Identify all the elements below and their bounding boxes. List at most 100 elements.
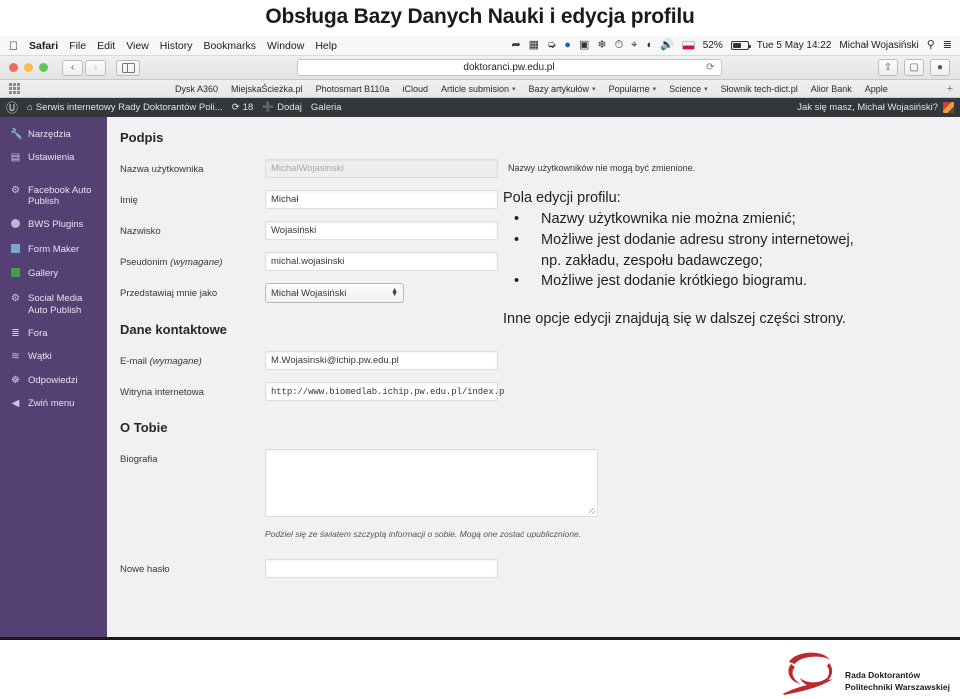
label-website: Witryna internetowa — [120, 387, 204, 398]
email-input[interactable]: M.Wojasinski@ichip.pw.edu.pl — [265, 351, 498, 370]
bookmarks-bar: Dysk A360 MiejskaŚcieżka.pl Photosmart B… — [0, 80, 960, 98]
mac-menu-left:  Safari File Edit View History Bookmark… — [0, 40, 337, 52]
wifi-icon[interactable]: ◖ — [645, 40, 652, 51]
bookmark-article-submision[interactable]: Article submision ▾ — [441, 84, 516, 94]
bullet-icon: • — [514, 273, 520, 289]
sidebar-item-narzedzia[interactable]: 🔧 Narzędzia — [0, 123, 107, 147]
menu-history[interactable]: History — [160, 40, 193, 52]
new-password-input[interactable] — [265, 559, 498, 578]
bookmark-bazy-artykulow[interactable]: Bazy artykułów ▾ — [529, 84, 596, 94]
bookmark-science[interactable]: Science ▾ — [669, 84, 708, 94]
close-window-button[interactable] — [9, 63, 18, 72]
reload-icon[interactable]: ⟳ — [706, 62, 714, 73]
globe-icon[interactable]: ● — [564, 40, 571, 51]
menu-view[interactable]: View — [126, 40, 149, 52]
gallery-square-icon — [10, 268, 21, 282]
bluetooth-icon[interactable]: ⌖ — [631, 40, 637, 51]
field-row-email: E-mail (wymagane) M.Wojasinski@ichip.pw.… — [107, 345, 960, 376]
wp-site-name-item[interactable]: ⌂ Serwis internetowy Rady Doktorantów Po… — [27, 102, 223, 113]
back-button[interactable]: ‹ — [62, 59, 83, 76]
sidebar-item-ustawienia[interactable]: ▤ Ustawienia — [0, 147, 107, 171]
wp-admin-bar: Ⓤ ⌂ Serwis internetowy Rady Doktorantów … — [0, 98, 960, 117]
sidebar-item-form-maker[interactable]: Form Maker — [0, 238, 107, 263]
search-icon[interactable]: ⚲ — [927, 40, 935, 51]
bookmark-slownik[interactable]: Słownik tech-dict.pl — [721, 84, 798, 94]
sidebar-item-facebook-auto-publish[interactable]: ⚙ Facebook Auto Publish — [0, 179, 107, 214]
sidebar-item-bws-plugins[interactable]: BWS Plugins — [0, 214, 107, 239]
address-bar[interactable]: doktoranci.pw.edu.pl ⟳ — [296, 59, 722, 76]
vault-icon[interactable]: ▦ — [529, 40, 539, 51]
menu-file[interactable]: File — [69, 40, 86, 52]
sidebar-toggle-button[interactable] — [116, 59, 140, 76]
menu-window[interactable]: Window — [267, 40, 304, 52]
wp-gallery-item[interactable]: Galeria — [311, 102, 342, 113]
tabs-icon[interactable]: ▢ — [904, 59, 924, 76]
label-bio: Biografia — [120, 454, 158, 465]
share-icon[interactable]: ⇧ — [878, 59, 898, 76]
annotation-item-text: Możliwe jest dodanie krótkiego biogramu. — [541, 273, 807, 289]
downloads-icon[interactable]: ● — [930, 59, 950, 76]
dropbox-icon[interactable]: ➦ — [511, 40, 520, 51]
footer-logo-line1: Rada Doktorantów — [844, 670, 921, 681]
bookmark-label: Article submision — [440, 83, 509, 94]
updates-icon: ⟳ — [231, 102, 240, 113]
nickname-input[interactable]: michal.wojasinski — [265, 252, 498, 271]
bookmark-alior-bank[interactable]: Alior Bank — [811, 84, 852, 94]
display-icon[interactable]: ▣ — [579, 40, 589, 51]
chevron-down-icon: ▾ — [652, 85, 657, 93]
menu-safari[interactable]: Safari — [29, 40, 58, 52]
safari-toolbar: ‹ › doktoranci.pw.edu.pl ⟳ ⇧ ▢ ● — [0, 56, 960, 80]
user-name-label[interactable]: Michał Wojasiński — [839, 40, 918, 51]
plus-icon: ➕ — [262, 102, 275, 113]
apps-grid-icon[interactable] — [9, 83, 20, 94]
bookmark-icloud[interactable]: iCloud — [402, 84, 428, 94]
bookmark-apple[interactable]: Apple — [865, 84, 888, 94]
menu-help[interactable]: Help — [315, 40, 337, 52]
display-name-select[interactable]: Michał Wojasiński ▲ ▼ — [265, 283, 404, 303]
sidebar-item-odpowiedzi[interactable]: ☸ Odpowiedzi — [0, 369, 107, 393]
website-input[interactable]: http://www.biomedlab.ichip.pw.edu.pl/ind… — [265, 382, 504, 401]
label-username: Nazwa użytkownika — [120, 164, 204, 175]
wordpress-logo-icon[interactable]: Ⓤ — [6, 102, 18, 114]
battery-percent: 52% — [702, 40, 723, 51]
annotation-item-text: Nazwy użytkownika nie można zmienić; — [541, 211, 796, 227]
wp-admin-bar-right[interactable]: Jak się masz, Michał Wojasiński? — [797, 102, 960, 113]
bookmark-popularne[interactable]: Popularne ▾ — [609, 84, 657, 94]
bookmark-miejskasciezka[interactable]: MiejskaŚcieżka.pl — [231, 84, 303, 94]
sidebar-item-social-media-auto-publish[interactable]: ⚙ Social Media Auto Publish — [0, 287, 107, 322]
sidebar-item-collapse-menu[interactable]: ◀ Zwiń menu — [0, 393, 107, 417]
bio-textarea[interactable] — [265, 449, 598, 517]
sidebar-item-fora[interactable]: ≣ Fora — [0, 322, 107, 346]
bookmark-label: MiejskaŚcieżka.pl — [231, 83, 303, 94]
forward-button[interactable]: › — [85, 59, 106, 76]
apple-icon[interactable]:  — [9, 40, 18, 52]
clock-label[interactable]: Tue 5 May 14:22 — [757, 40, 832, 51]
clock-icon[interactable]: ⏱ — [615, 40, 624, 51]
field-row-new-password: Nowe hasło — [107, 539, 960, 584]
wp-new-label: Dodaj — [277, 102, 302, 113]
wp-gallery-label: Galeria — [310, 102, 342, 113]
battery-icon[interactable] — [730, 41, 751, 50]
bookmark-dysk-a360[interactable]: Dysk A360 — [175, 84, 218, 94]
last-name-input[interactable]: Wojasiński — [265, 221, 498, 240]
volume-icon[interactable]: 🔊 — [660, 40, 674, 51]
maximize-window-button[interactable] — [39, 63, 48, 72]
list-icon[interactable]: ≣ — [943, 40, 952, 51]
sidebar-item-label: Gallery — [28, 268, 59, 280]
menu-edit[interactable]: Edit — [97, 40, 115, 52]
minimize-window-button[interactable] — [24, 63, 33, 72]
plus-icon[interactable]: + — [947, 83, 960, 95]
wp-site-name: Serwis internetowy Rady Doktorantów Poli… — [35, 102, 223, 113]
bullet-icon: • — [514, 232, 520, 248]
bookmark-photosmart[interactable]: Photosmart B110a — [316, 84, 390, 94]
polish-flag-icon[interactable] — [681, 41, 695, 50]
flower-icon[interactable]: ❄ — [597, 40, 606, 51]
sidebar-item-gallery[interactable]: Gallery — [0, 263, 107, 288]
gear-icon: ⚙ — [11, 184, 20, 196]
sidebar-item-watki[interactable]: ≋ Wątki — [0, 346, 107, 370]
menu-bookmarks[interactable]: Bookmarks — [203, 40, 256, 52]
first-name-input[interactable]: Michał — [265, 190, 498, 209]
wp-updates-item[interactable]: ⟳ 18 — [232, 102, 254, 113]
fast-forward-icon[interactable]: ➭ — [547, 40, 556, 51]
wp-new-content-item[interactable]: ➕ Dodaj — [262, 102, 302, 113]
